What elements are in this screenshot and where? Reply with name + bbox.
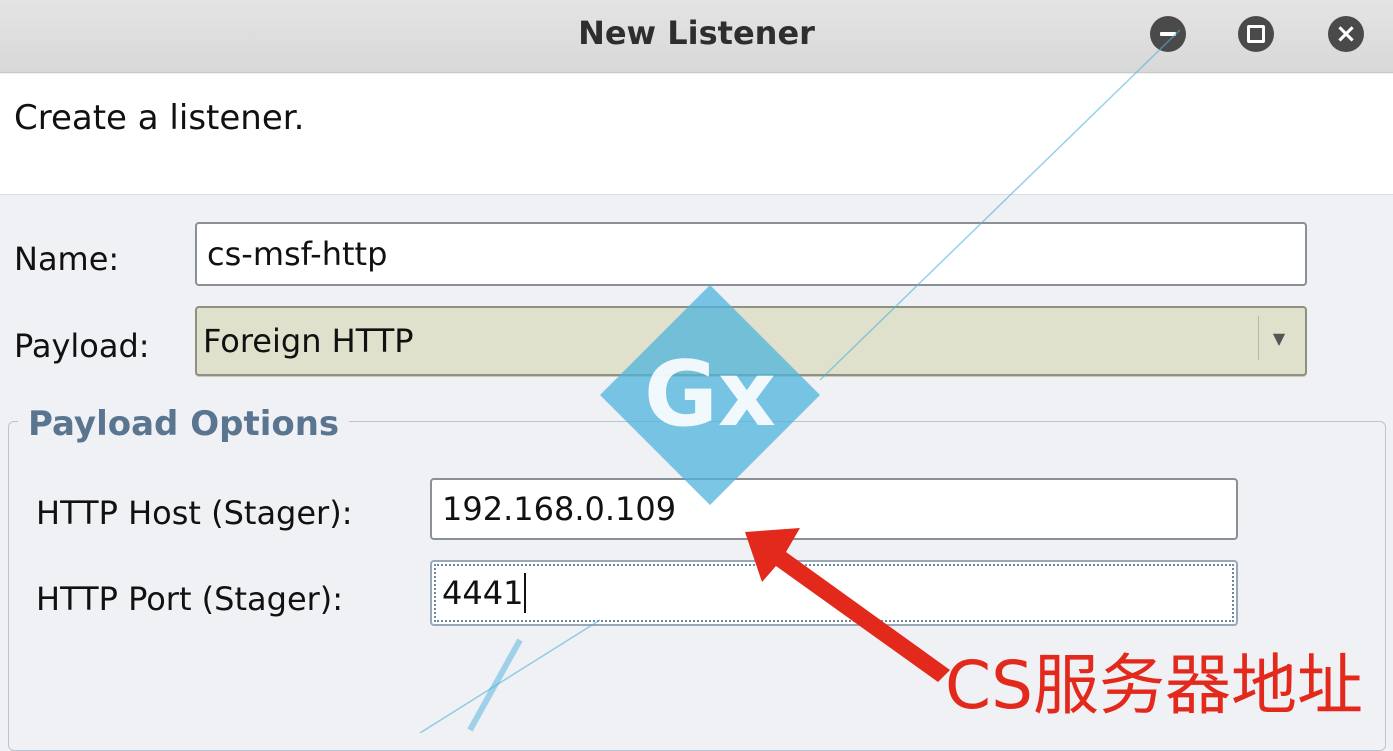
maximize-icon (1247, 25, 1265, 43)
payload-value: Foreign HTTP (203, 322, 414, 360)
http-port-field[interactable]: 4441 (430, 560, 1238, 626)
http-host-label: HTTP Host (Stager): (36, 494, 353, 532)
annotation-label: CS服务器地址 (945, 647, 1363, 724)
close-button[interactable]: × (1328, 16, 1364, 52)
http-host-value: 192.168.0.109 (442, 490, 677, 528)
name-label: Name: (14, 240, 120, 278)
description-text: Create a listener. (14, 98, 305, 138)
http-port-value: 4441 (442, 574, 524, 612)
close-icon: × (1335, 19, 1357, 49)
minimize-icon (1160, 32, 1176, 36)
dropdown-button[interactable]: ▼ (1258, 316, 1299, 360)
title-bar: New Listener × (0, 0, 1393, 73)
payload-label: Payload: (14, 327, 150, 365)
payload-options-legend: Payload Options (18, 404, 350, 444)
maximize-button[interactable] (1238, 16, 1274, 52)
http-host-field[interactable]: 192.168.0.109 (430, 478, 1238, 540)
minimize-button[interactable] (1150, 16, 1186, 52)
text-caret (524, 573, 527, 613)
description-panel: Create a listener. (0, 74, 1393, 195)
name-value: cs-msf-http (207, 235, 388, 273)
http-port-label: HTTP Port (Stager): (36, 580, 344, 618)
payload-select[interactable]: Foreign HTTP ▼ (195, 306, 1307, 376)
chevron-down-icon: ▼ (1272, 328, 1286, 348)
name-field[interactable]: cs-msf-http (195, 222, 1307, 286)
